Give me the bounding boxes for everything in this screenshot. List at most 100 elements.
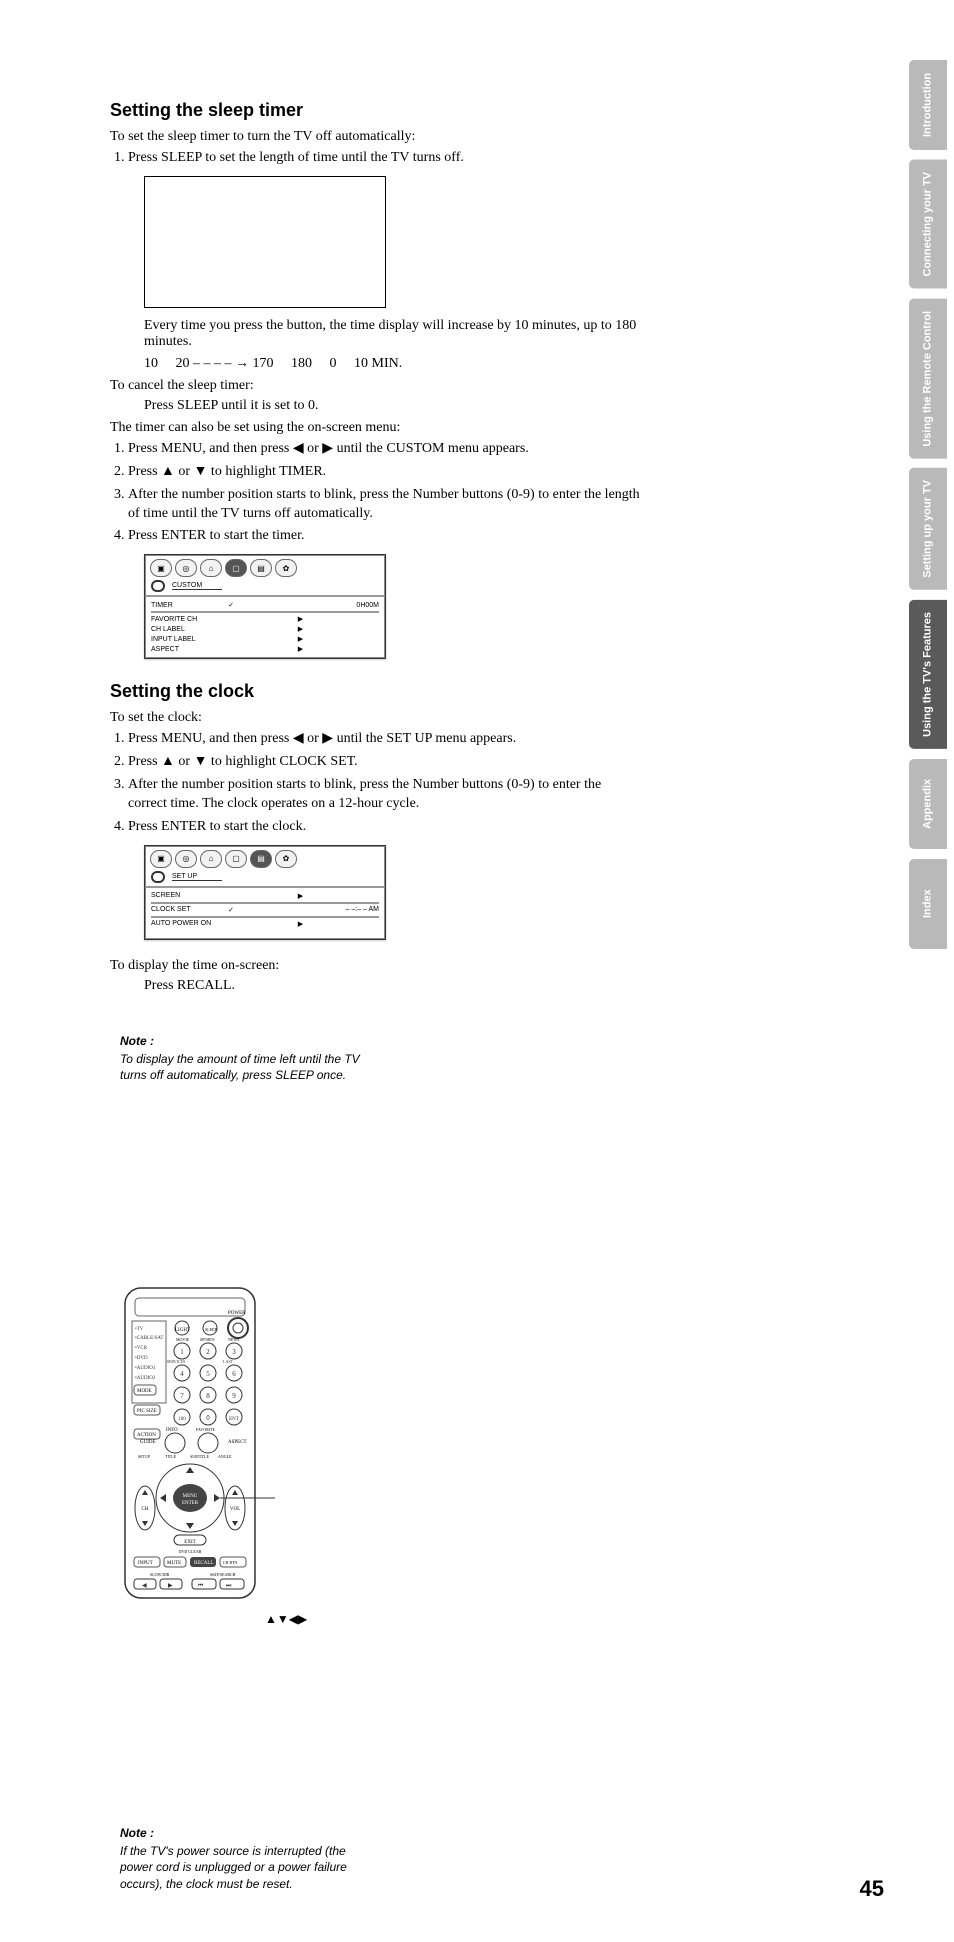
svg-text:LAST: LAST (223, 1359, 234, 1364)
osd-row-label: SCREEN (151, 892, 221, 899)
svg-text:▶: ▶ (168, 1583, 173, 1589)
tab-connecting[interactable]: Connecting your TV (909, 160, 947, 289)
clock-intro: To set the clock: (110, 710, 640, 726)
clock-step-2: Press ▲ or ▼ to highlight CLOCK SET. (128, 753, 640, 772)
side-nav-tabs: Introduction Connecting your TV Using th… (909, 60, 954, 949)
os-step-4: Press ENTER to start the timer. (128, 527, 640, 546)
svg-text:2: 2 (206, 1348, 210, 1356)
tab-index[interactable]: Index (909, 859, 947, 949)
osd-category-label: CUSTOM (172, 582, 222, 590)
section-title-clock: Setting the clock (110, 681, 640, 702)
osd-category-icon (150, 579, 166, 593)
osd-category-icon (150, 870, 166, 884)
arrow-right-icon: ▶ (221, 920, 379, 928)
osd-tab-icon: ✿ (275, 850, 297, 868)
osd-row-value: – –:– – AM (241, 906, 379, 913)
tab-remote[interactable]: Using the Remote Control (909, 299, 947, 459)
svg-text:ENTER: ENTER (182, 1501, 199, 1506)
svg-text:4: 4 (180, 1370, 184, 1378)
svg-text:LIGHT: LIGHT (175, 1328, 190, 1333)
arrow-right-icon: ▶ (221, 625, 379, 633)
svg-text:•AUDIO2: •AUDIO2 (135, 1376, 156, 1381)
osd-custom-menu: ▣ ◎ ⌂ ▢ ▤ ✿ CUSTOM TIMER✓0H00M FAVORITE … (144, 554, 386, 659)
page-number: 45 (860, 1876, 884, 1902)
section-title-sleep-timer: Setting the sleep timer (110, 100, 640, 121)
tab-features[interactable]: Using the TV's Features (909, 600, 947, 749)
sleep-step-1: Press SLEEP to set the length of time un… (128, 149, 640, 168)
arrow-right-icon: ▶ (221, 892, 379, 900)
osd-tab-icon: ⌂ (200, 850, 222, 868)
sleep-after-box: Every time you press the button, the tim… (144, 318, 640, 350)
svg-text:5: 5 (206, 1370, 210, 1378)
svg-text:SUBTITLE: SUBTITLE (190, 1454, 209, 1459)
svg-text:3: 3 (232, 1348, 236, 1356)
svg-text:MOVIE: MOVIE (176, 1337, 190, 1342)
osd-row-label: FAVORITE CH (151, 616, 221, 623)
svg-text:EXIT: EXIT (184, 1540, 195, 1545)
note-sleep: Note : To display the amount of time lef… (120, 1034, 380, 1083)
svg-text:SERVICES: SERVICES (167, 1359, 186, 1364)
remote-control-illustration: •TV •CABLE/SAT •VCR •DVD •AUDIO1 •AUDIO2… (120, 1283, 280, 1603)
svg-text:SETUP: SETUP (138, 1454, 151, 1459)
display-lead: To display the time on-screen: (110, 958, 640, 974)
svg-text:SKIP/SEARCH: SKIP/SEARCH (210, 1572, 236, 1577)
svg-text:ACTION: ACTION (137, 1433, 156, 1438)
note-title: Note : (120, 1034, 380, 1048)
svg-text:8: 8 (206, 1392, 210, 1400)
osd-category-label: SET UP (172, 873, 222, 881)
os-step-2: Press ▲ or ▼ to highlight TIMER. (128, 463, 640, 482)
svg-text:•CABLE/SAT: •CABLE/SAT (135, 1336, 163, 1341)
svg-text:•VCR: •VCR (135, 1346, 148, 1351)
osd-row-label: CLOCK SET (151, 906, 221, 913)
svg-text:ANGLE: ANGLE (218, 1454, 232, 1459)
os-step-1: Press MENU, and then press ◀ or ▶ until … (128, 440, 640, 459)
tab-appendix[interactable]: Appendix (909, 759, 947, 849)
svg-text:⏭: ⏭ (226, 1583, 232, 1589)
svg-text:SPORTS: SPORTS (200, 1337, 214, 1342)
svg-text:CH RTN: CH RTN (223, 1560, 237, 1565)
tab-introduction[interactable]: Introduction (909, 60, 947, 150)
svg-text:POWER: POWER (228, 1311, 246, 1316)
svg-text:PIC SIZE: PIC SIZE (137, 1409, 157, 1414)
osd-setup-menu: ▣ ◎ ⌂ ▢ ▤ ✿ SET UP SCREEN▶ CLOCK SET✓– –… (144, 845, 386, 940)
svg-text:TITLE: TITLE (165, 1454, 177, 1459)
clock-step-1: Press MENU, and then press ◀ or ▶ until … (128, 730, 640, 749)
clock-step-4: Press ENTER to start the clock. (128, 818, 640, 837)
onscreen-lead: The timer can also be set using the on-s… (110, 420, 640, 436)
svg-text:CH: CH (142, 1507, 149, 1512)
osd-row-label: CH LABEL (151, 626, 221, 633)
arrow-right-icon: ▶ (221, 645, 379, 653)
display-step: Press RECALL. (144, 978, 640, 994)
svg-text:7: 7 (180, 1392, 184, 1400)
svg-text:•AUDIO1: •AUDIO1 (135, 1366, 156, 1371)
svg-text:SLEEP: SLEEP (205, 1327, 218, 1332)
svg-text:MENU: MENU (183, 1494, 198, 1499)
osd-tab-icon: ◎ (175, 559, 197, 577)
osd-tab-icon: ▣ (150, 850, 172, 868)
tab-setup[interactable]: Setting up your TV (909, 468, 947, 590)
sleep-intro: To set the sleep timer to turn the TV of… (110, 129, 640, 145)
cancel-step: Press SLEEP until it is set to 0. (144, 398, 640, 414)
osd-tab-icon: ✿ (275, 559, 297, 577)
svg-text:VOL: VOL (230, 1507, 240, 1512)
svg-text:9: 9 (232, 1392, 236, 1400)
osd-row-label: INPUT LABEL (151, 636, 221, 643)
svg-text:•DVD: •DVD (135, 1356, 148, 1361)
arrow-right-icon: ▶ (221, 615, 379, 623)
svg-text:0: 0 (206, 1414, 210, 1422)
osd-tab-icon: ▤ (250, 559, 272, 577)
osd-tab-icon: ◎ (175, 850, 197, 868)
svg-text:ENT: ENT (229, 1417, 239, 1422)
osd-tab-icon: ▣ (150, 559, 172, 577)
clock-step-3: After the number position starts to blin… (128, 776, 640, 814)
osd-tab-icon-active: ▤ (250, 850, 272, 868)
osd-tab-icon: ⌂ (200, 559, 222, 577)
svg-text:FAVORITE: FAVORITE (196, 1427, 216, 1432)
note-title: Note : (120, 1826, 380, 1840)
svg-text:•TV: •TV (135, 1327, 144, 1332)
svg-text:◀: ◀ (142, 1583, 147, 1589)
sleep-sequence: 10 20 – – – – → 170 180 0 10 MIN. (144, 356, 640, 372)
arrow-right-icon: ▶ (221, 635, 379, 643)
svg-text:ASPECT: ASPECT (228, 1440, 247, 1445)
svg-text:6: 6 (232, 1370, 236, 1378)
